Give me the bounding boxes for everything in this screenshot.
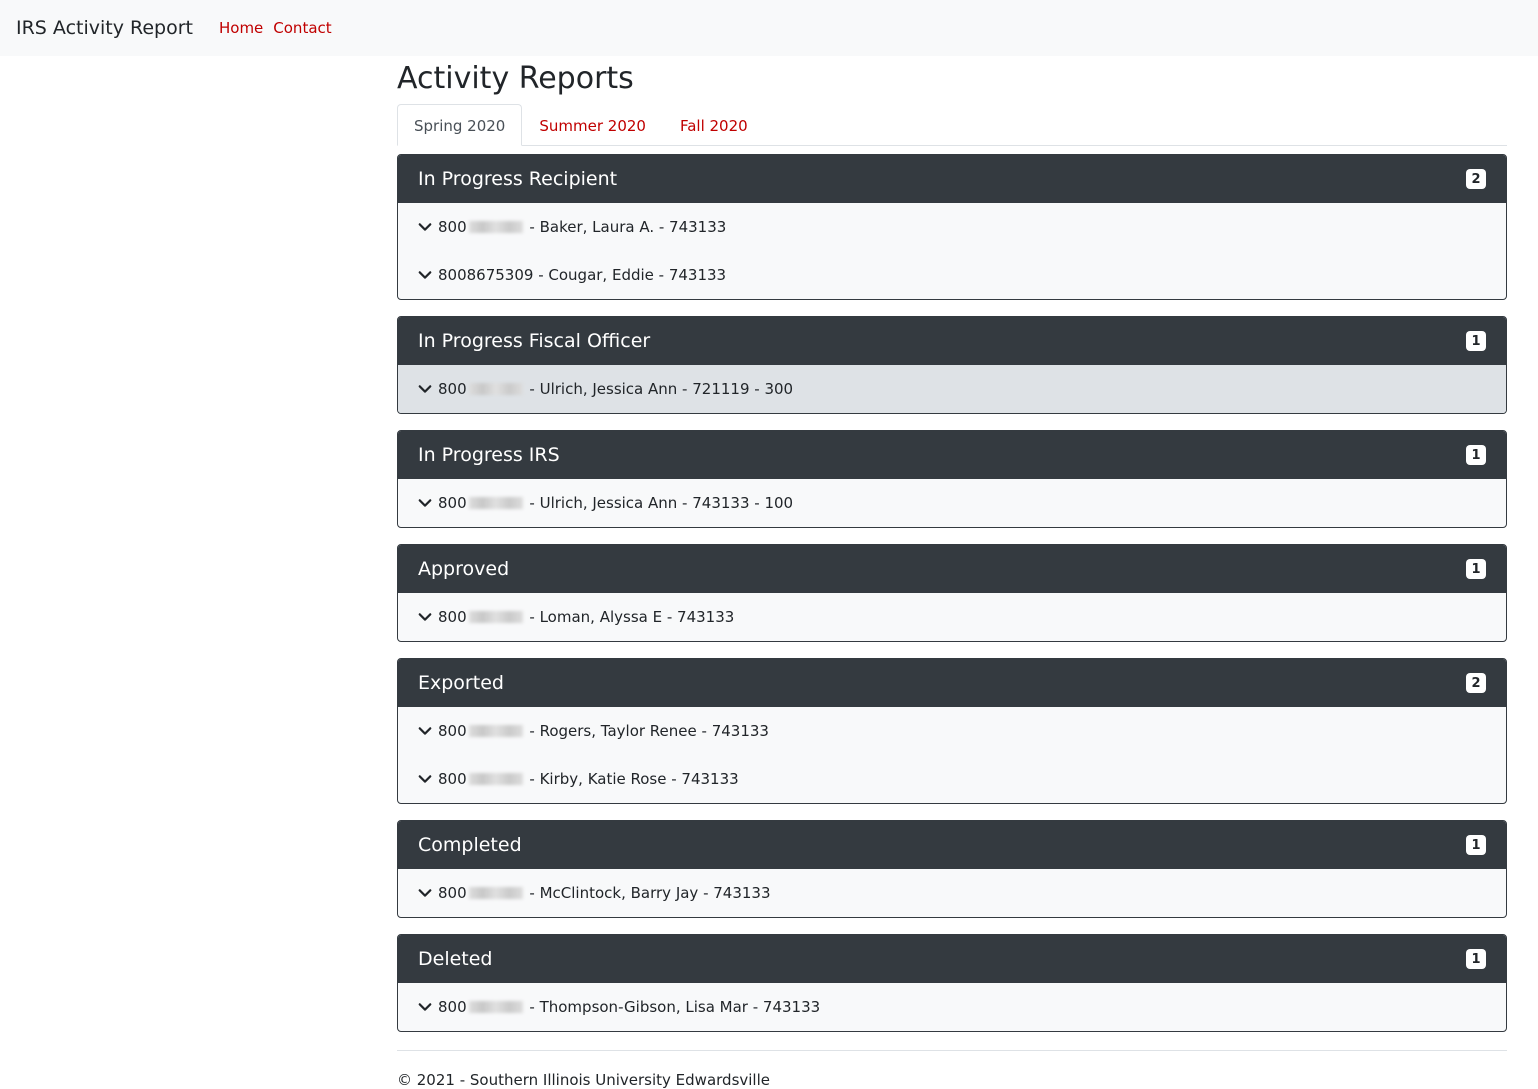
list-item[interactable]: 800 - Rogers, Taylor Renee - 743133 [398,707,1506,755]
item-details: - McClintock, Barry Jay - 743133 [524,884,771,902]
item-id-prefix: 800 [438,218,467,236]
redacted-id [468,725,523,737]
brand-title[interactable]: IRS Activity Report [16,17,193,39]
section-exported: Exported 2 800 - Rogers, Taylor Renee - … [397,658,1507,804]
redacted-id [468,1001,523,1013]
footer-text: © 2021 - Southern Illinois University Ed… [397,1071,770,1089]
count-badge: 2 [1466,673,1486,693]
redacted-id [468,773,523,785]
count-badge: 1 [1466,949,1486,969]
section-title: Deleted [418,948,493,970]
section-in-progress-irs: In Progress IRS 1 800 - Ulrich, Jessica … [397,430,1507,528]
section-title: Exported [418,672,504,694]
term-tabs: Spring 2020 Summer 2020 Fall 2020 [397,104,1507,146]
item-id-prefix: 800 [438,998,467,1016]
section-title: Completed [418,834,522,856]
item-id-prefix: 800 [438,494,467,512]
section-header: Completed 1 [398,821,1506,869]
section-approved: Approved 1 800 - Loman, Alyssa E - 74313… [397,544,1507,642]
list-item[interactable]: 800 - McClintock, Barry Jay - 743133 [398,869,1506,917]
item-details: - Rogers, Taylor Renee - 743133 [524,722,769,740]
section-deleted: Deleted 1 800 - Thompson-Gibson, Lisa Ma… [397,934,1507,1032]
item-id-prefix: 8008675309 [438,266,534,284]
redacted-id [468,383,523,395]
page-title: Activity Reports [397,61,634,96]
redacted-id [468,497,523,509]
chevron-down-icon [418,610,432,624]
item-details: - Ulrich, Jessica Ann - 743133 - 100 [524,494,794,512]
chevron-down-icon [418,220,432,234]
chevron-down-icon [418,724,432,738]
list-item[interactable]: 800 - Kirby, Katie Rose - 743133 [398,755,1506,803]
item-details: - Kirby, Katie Rose - 743133 [524,770,739,788]
item-id-prefix: 800 [438,770,467,788]
item-details: - Ulrich, Jessica Ann - 721119 - 300 [524,380,794,398]
item-details: - Thompson-Gibson, Lisa Mar - 743133 [524,998,821,1016]
section-header: Deleted 1 [398,935,1506,983]
tab-spring-2020[interactable]: Spring 2020 [397,104,523,146]
item-id-prefix: 800 [438,884,467,902]
chevron-down-icon [418,496,432,510]
list-item[interactable]: 800 - Ulrich, Jessica Ann - 743133 - 100 [398,479,1506,527]
tab-summer-2020[interactable]: Summer 2020 [522,104,663,146]
section-title: Approved [418,558,510,580]
section-header: In Progress Recipient 2 [398,155,1506,203]
section-header: In Progress Fiscal Officer 1 [398,317,1506,365]
count-badge: 1 [1466,559,1486,579]
count-badge: 1 [1466,331,1486,351]
item-details: - Baker, Laura A. - 743133 [524,218,727,236]
main-content: Activity Reports Spring 2020 Summer 2020 F… [397,56,1507,1089]
section-in-progress-fiscal-officer: In Progress Fiscal Officer 1 800 - Ulric… [397,316,1507,414]
nav-link-contact[interactable]: Contact [273,19,331,37]
redacted-id [468,611,523,623]
item-id-prefix: 800 [438,608,467,626]
item-id-prefix: 800 [438,380,467,398]
section-header: In Progress IRS 1 [398,431,1506,479]
chevron-down-icon [418,1000,432,1014]
section-header: Exported 2 [398,659,1506,707]
item-details: - Loman, Alyssa E - 743133 [524,608,735,626]
list-item[interactable]: 8008675309 - Cougar, Eddie - 743133 [398,251,1506,299]
tab-fall-2020[interactable]: Fall 2020 [663,104,765,146]
section-title: In Progress Recipient [418,168,618,190]
chevron-down-icon [418,382,432,396]
navbar: IRS Activity Report Home Contact [0,0,1538,56]
nav-link-home[interactable]: Home [219,19,263,37]
count-badge: 1 [1466,835,1486,855]
count-badge: 2 [1466,169,1486,189]
section-in-progress-recipient: In Progress Recipient 2 800 - Baker, Lau… [397,154,1507,300]
redacted-id [468,221,523,233]
section-title: In Progress IRS [418,444,560,466]
chevron-down-icon [418,886,432,900]
list-item[interactable]: 800 - Ulrich, Jessica Ann - 721119 - 300 [398,365,1506,413]
redacted-id [468,887,523,899]
section-completed: Completed 1 800 - McClintock, Barry Jay … [397,820,1507,918]
list-item[interactable]: 800 - Thompson-Gibson, Lisa Mar - 743133 [398,983,1506,1031]
item-id-prefix: 800 [438,722,467,740]
section-title: In Progress Fiscal Officer [418,330,651,352]
list-item[interactable]: 800 - Baker, Laura A. - 743133 [398,203,1506,251]
chevron-down-icon [418,772,432,786]
list-item[interactable]: 800 - Loman, Alyssa E - 743133 [398,593,1506,641]
chevron-down-icon [418,268,432,282]
report-sections: In Progress Recipient 2 800 - Baker, Lau… [397,154,1507,1032]
count-badge: 1 [1466,445,1486,465]
item-details: - Cougar, Eddie - 743133 [533,266,727,284]
section-header: Approved 1 [398,545,1506,593]
